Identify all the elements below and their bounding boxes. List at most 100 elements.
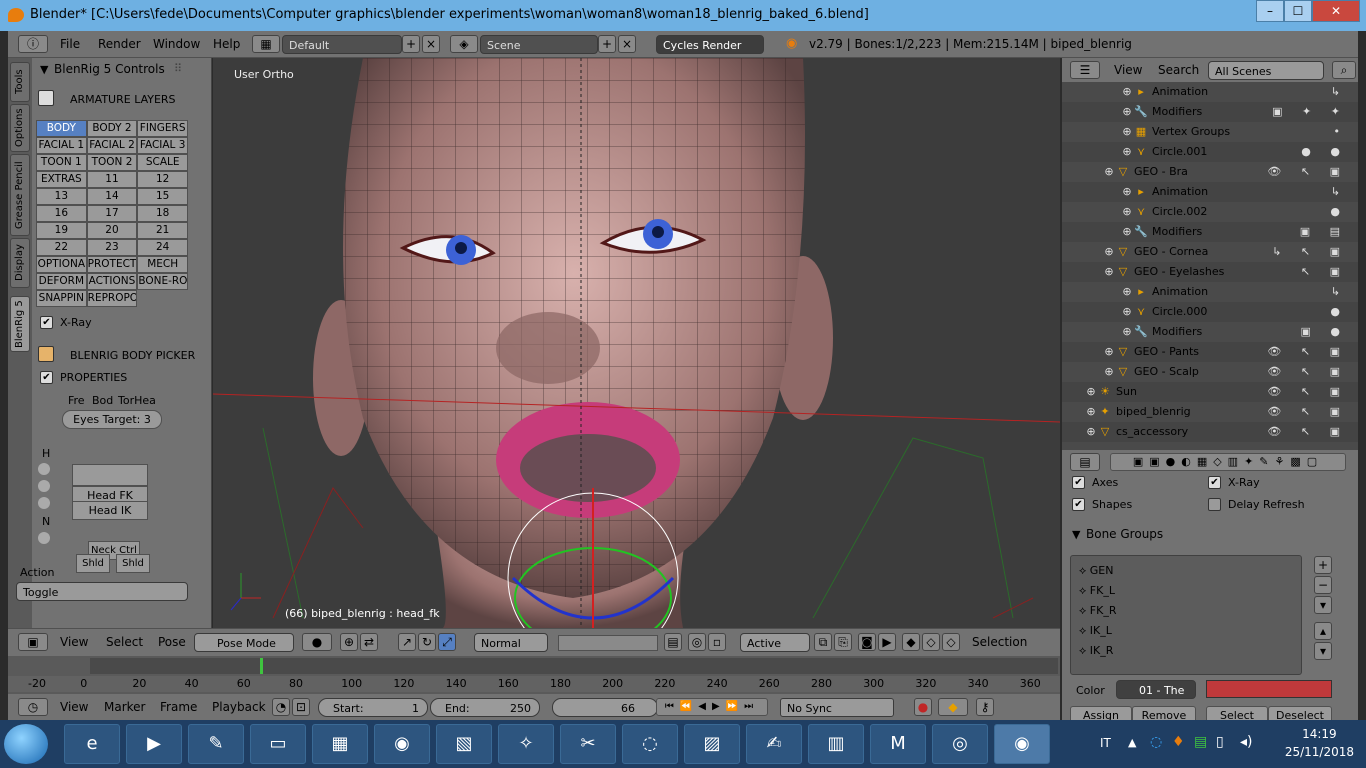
layer-button-18[interactable]: 18 [137,205,188,222]
layer-button-13[interactable]: 13 [36,188,87,205]
render-anim-icon[interactable]: ▶ [878,633,896,651]
3d-viewport[interactable]: User Ortho (66) biped_blenrig : head_fk [213,58,1060,628]
eye-toggle-icon[interactable] [38,480,50,492]
add-bone-group-icon[interactable]: + [1314,556,1332,574]
editor-type-properties-icon[interactable]: ▤ [1070,453,1100,471]
expand-toggle-icon[interactable]: ⊕ [1120,282,1134,302]
restriction-icons[interactable]: ↳ [1331,182,1348,202]
pivot-icon[interactable]: ⊕ [340,633,358,651]
restriction-icons[interactable]: ↖ ▣ [1301,262,1348,282]
expand-toggle-icon[interactable]: ⊕ [1120,202,1134,222]
menu-pose[interactable]: Pose [158,635,186,649]
restriction-icons[interactable]: 👁 ↖ ▣ [1267,382,1348,402]
taskbar-task-manager-icon[interactable]: ▥ [808,724,864,764]
taskbar-photo-viewer-icon[interactable]: ▨ [684,724,740,764]
layer-button-22[interactable]: 22 [36,239,87,256]
expand-toggle-icon[interactable]: ⊕ [1102,242,1116,262]
mode-select[interactable]: Pose Mode [194,633,294,652]
restriction-icons[interactable]: ↳ [1331,282,1348,302]
menu-view[interactable]: View [60,635,88,649]
pivot-select[interactable]: Active [740,633,810,652]
remove-layout-icon[interactable]: × [422,35,440,53]
eye-toggle-icon[interactable] [38,497,50,509]
expand-toggle-icon[interactable]: ⊕ [1102,162,1116,182]
move-up-icon[interactable]: ▴ [1314,622,1332,640]
drag-handle-icon[interactable]: ⠿ [174,62,182,75]
clock[interactable]: 14:19 25/11/2018 [1285,725,1354,761]
picker-tab-fre[interactable]: Fre [68,394,85,407]
rotate-icon[interactable]: ↻ [418,633,436,651]
restriction-icons[interactable]: • [1334,122,1349,142]
collapse-arrow-icon[interactable]: ▼ [40,63,48,76]
expand-toggle-icon[interactable]: ⊕ [1084,402,1098,422]
tab-display[interactable]: Display [10,238,30,288]
layer-button-17[interactable]: 17 [86,205,138,222]
network-icon[interactable]: ▯ [1216,734,1224,750]
layer-button-24[interactable]: 24 [137,239,188,256]
properties-context-tabs[interactable]: ▣▣●◐▦◇▥✦✎⚘▩▢ [1110,453,1346,471]
taskbar-notepad-icon[interactable]: ✍ [746,724,802,764]
taskbar-firefox-icon[interactable]: ◉ [374,724,430,764]
layer-button-bone-ro[interactable]: BONE-RO [137,273,188,290]
menu-window[interactable]: Window [153,37,200,51]
delay-refresh-checkbox[interactable] [1208,498,1221,511]
eye-toggle-icon[interactable] [38,463,50,475]
use-preview-range-icon[interactable]: ◔ [272,698,290,716]
menu-frame[interactable]: Frame [160,700,197,714]
menu-marker[interactable]: Marker [104,700,145,714]
taskbar-media-player-icon[interactable]: ▶ [126,724,182,764]
outliner-row[interactable]: ⊕ ▽ GEO - Cornea ↳ ↖ ▣ [1062,242,1358,262]
layer-button-15[interactable]: 15 [137,188,188,205]
head-ik-button[interactable]: Head IK [72,501,148,520]
menu-select[interactable]: Select [106,635,143,649]
restriction-icons[interactable]: ● [1330,202,1348,222]
layer-button-snappin[interactable]: SNAPPIN [36,290,87,307]
layer-button-scale[interactable]: SCALE [137,154,188,171]
expand-toggle-icon[interactable]: ⊕ [1120,102,1134,122]
layer-button-23[interactable]: 23 [86,239,138,256]
outliner-row[interactable]: ⊕ 🔧 Modifiers ▣ ✦ ✦ [1062,102,1358,122]
expand-toggle-icon[interactable]: ⊕ [1102,262,1116,282]
layer-button-extras[interactable]: EXTRAS [36,171,87,188]
remove-scene-icon[interactable]: × [618,35,636,53]
render-icon[interactable]: ◙ [858,633,876,651]
outliner[interactable]: ☰ View Search All Scenes ⌕ ⊕ ▸ Animation ↳ ⊕… [1062,58,1358,450]
menu-search[interactable]: Search [1158,63,1199,77]
layer-button-20[interactable]: 20 [86,222,138,239]
tab-grease-pencil[interactable]: Grease Pencil [10,154,30,236]
shading-icon[interactable]: ● [302,633,332,651]
tray-app-icon[interactable]: ◌ [1150,734,1162,750]
paste-pose-icon[interactable]: ⎘ [834,633,852,651]
layer-button-facial-3[interactable]: FACIAL 3 [137,137,188,154]
expand-toggle-icon[interactable]: ⊕ [1120,122,1134,142]
taskbar-paint-icon[interactable]: ✎ [188,724,244,764]
layer-button-16[interactable]: 16 [36,205,87,222]
expand-toggle-icon[interactable]: ⊕ [1120,82,1134,102]
record-icon[interactable]: ● [914,698,932,716]
layout-icon[interactable]: ▦ [252,35,280,53]
bone-group-item[interactable]: ⟡ GEN [1079,564,1113,578]
layer-button-repropo[interactable]: REPROPO [86,290,138,307]
language-indicator[interactable]: IT [1100,736,1111,750]
taskbar-photos-icon[interactable]: ▧ [436,724,492,764]
snap-element-icon[interactable]: ▫ [708,633,726,651]
tray-app-icon[interactable]: ▤ [1194,734,1207,750]
restriction-icons[interactable]: ▣ ● [1301,322,1349,342]
outliner-row[interactable]: ⊕ ▸ Animation ↳ [1062,182,1358,202]
current-frame-marker[interactable] [260,658,264,674]
tab-blenrig5[interactable]: BlenRig 5 [10,296,30,352]
move-down-icon[interactable]: ▾ [1314,642,1332,660]
expand-toggle-icon[interactable]: ⊕ [1120,142,1134,162]
menu-help[interactable]: Help [213,37,240,51]
layer-button-protect[interactable]: PROTECT [86,256,138,273]
outliner-row[interactable]: ⊕ ▽ GEO - Bra 👁 ↖ ▣ [1062,162,1358,182]
outliner-row[interactable]: ⊕ ☀ Sun 👁 ↖ ▣ [1062,382,1358,402]
editor-type-outliner-icon[interactable]: ☰ [1070,61,1100,79]
restriction-icons[interactable]: ↳ [1331,82,1348,102]
lock-icon[interactable]: ▤ [664,633,682,651]
add-layout-icon[interactable]: + [402,35,420,53]
manipulator-icon[interactable]: ⇄ [360,633,378,651]
layer-button-optiona[interactable]: OPTIONA [36,256,87,273]
bone-group-item[interactable]: ⟡ FK_L [1079,584,1115,598]
outliner-row[interactable]: ⊕ 🔧 Modifiers ▣ ● [1062,322,1358,342]
